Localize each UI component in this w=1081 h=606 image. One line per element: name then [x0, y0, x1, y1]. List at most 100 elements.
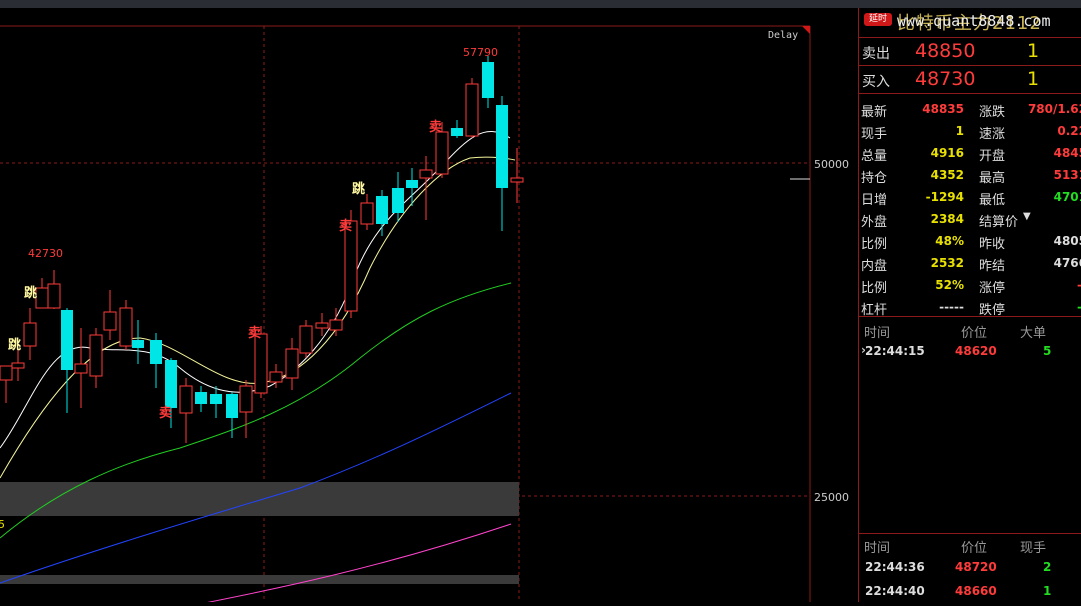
quotes_left-label: 现手 [861, 127, 888, 142]
quotes_left-row: 比例 48% [861, 230, 969, 252]
big-trade-time: 22:44:15 [865, 344, 925, 358]
quotes_left-label: 外盘 [861, 215, 888, 230]
candle-body [0, 365, 13, 381]
candle-body [406, 180, 418, 188]
quotes_left-label: 持仓 [861, 171, 888, 186]
sell-row[interactable]: 卖出 48850 1 [859, 38, 1081, 66]
signal-marker: 跳 [352, 181, 365, 197]
quotes_left-row: 持仓 4352 [861, 164, 969, 186]
tick-time: 22:44:40 [865, 584, 925, 598]
quotes_right-value: -- [1077, 278, 1081, 292]
candle-body [119, 307, 133, 347]
candle-body [47, 283, 61, 309]
candle-body [269, 371, 283, 383]
big-trade-header-time: 时间 [864, 326, 891, 341]
candle-body [150, 340, 162, 364]
quotes_right-label: 速涨 [979, 127, 1006, 142]
quotes_right-row: 最低 4701 [979, 186, 1081, 208]
candle-body [451, 128, 463, 136]
buy-volume: 1 [1027, 68, 1040, 90]
candle-body [315, 322, 329, 329]
tick-time: 22:44:36 [865, 560, 925, 574]
moving-average-line [0, 131, 511, 449]
candle-body [61, 310, 73, 370]
chart-markers: 跳跳跳卖卖卖卖 [8, 119, 442, 421]
buy-row[interactable]: 买入 48730 1 [859, 66, 1081, 94]
quotes_right-value: 5131 [1053, 168, 1081, 182]
watermark-text: www.quant8848.com [897, 12, 1051, 30]
quotes_right-row: 结算价 ▼ [979, 208, 1081, 230]
quotes_left-value: 52% [935, 278, 964, 292]
signal-marker: 卖 [248, 325, 261, 341]
candle-body [254, 333, 268, 394]
candle-body [11, 362, 25, 369]
moving-average-line [187, 523, 512, 606]
quotes_right-label: 开盘 [979, 149, 1006, 164]
quotes_right-row: 昨收 4805 [979, 230, 1081, 252]
quotes_left-row: 外盘 2384 [861, 208, 969, 230]
candlesticks [0, 56, 524, 443]
candle-body [344, 220, 358, 312]
candle-body [392, 188, 404, 213]
tick-header-time: 时间 [864, 541, 891, 556]
big-trade-size: 5 [1043, 344, 1052, 358]
candle-body [74, 363, 88, 374]
kline-chart[interactable]: Delay 50000 25000 跳跳跳卖卖卖卖 57790 42730 5 [0, 8, 858, 606]
candle-body [496, 105, 508, 188]
volume-band [0, 482, 519, 516]
candle-body [179, 385, 193, 414]
section-divider [859, 533, 1081, 534]
quotes_left-row: 最新 48835 [861, 98, 969, 120]
quotes_right-label: 结算价 [979, 215, 1019, 230]
candle-body [195, 392, 207, 404]
quotes_right-label: 涨停 [979, 281, 1006, 296]
quotes_left-value: 48% [935, 234, 964, 248]
quotes_right-label: 最高 [979, 171, 1006, 186]
quotes_right-row: 速涨 0.22 [979, 120, 1081, 142]
quotes_right-label: 昨收 [979, 237, 1006, 252]
sell-volume: 1 [1027, 40, 1040, 62]
quotes_left-label: 内盘 [861, 259, 888, 274]
candle-body [239, 385, 253, 413]
quotes_right-value: 4845 [1053, 146, 1081, 160]
buy-price: 48730 [915, 68, 976, 90]
candle-body [285, 348, 299, 379]
quotes_left-row: 现手 1 [861, 120, 969, 142]
signal-marker: 跳 [8, 337, 21, 353]
quotes_right-row: 涨跌 780/1.62 [979, 98, 1081, 120]
quotes_left-row: 比例 52% [861, 274, 969, 296]
candle-body [482, 62, 494, 98]
signal-marker: 跳 [24, 285, 37, 301]
candle-body [419, 169, 433, 179]
sell-price: 48850 [915, 40, 976, 62]
candle-body [376, 196, 388, 224]
edge-label: 5 [0, 518, 5, 531]
delay-badge: 延时 [864, 13, 892, 26]
settlement-dropdown-icon[interactable]: ▼ [1023, 211, 1031, 222]
tick-header-size: 现手 [1020, 541, 1047, 556]
quotes_right-row: 涨停 -- [979, 274, 1081, 296]
quotes_left-value: 48835 [922, 102, 964, 116]
candle-body [89, 334, 103, 377]
quotes_left-label: 总量 [861, 149, 888, 164]
candle-body [465, 83, 479, 137]
quotes_right-value: 4766 [1053, 256, 1081, 270]
candle-body [23, 322, 37, 347]
tick-header-price: 价位 [961, 541, 988, 556]
quotes_right-label: 昨结 [979, 259, 1006, 274]
candle-body [210, 394, 222, 404]
quotes_left-row: 杠杆 ----- [861, 296, 969, 318]
mid-price-label: 42730 [28, 247, 63, 260]
quotes_left-row: 总量 4916 [861, 142, 969, 164]
quotes_left-value: -1294 [925, 190, 964, 204]
tick-price: 48720 [955, 560, 997, 574]
buy-label: 买入 [862, 74, 890, 90]
top-toolbar-strip [0, 0, 1081, 8]
signal-marker: 卖 [339, 218, 352, 234]
candle-body [329, 319, 343, 331]
quotes_left-value: 2532 [930, 256, 964, 270]
quotes_left-value: 4916 [930, 146, 964, 160]
quotes_right-value: 4805 [1053, 234, 1081, 248]
quotes_left-value: 2384 [930, 212, 964, 226]
price-axis-label: 50000 [814, 158, 849, 171]
